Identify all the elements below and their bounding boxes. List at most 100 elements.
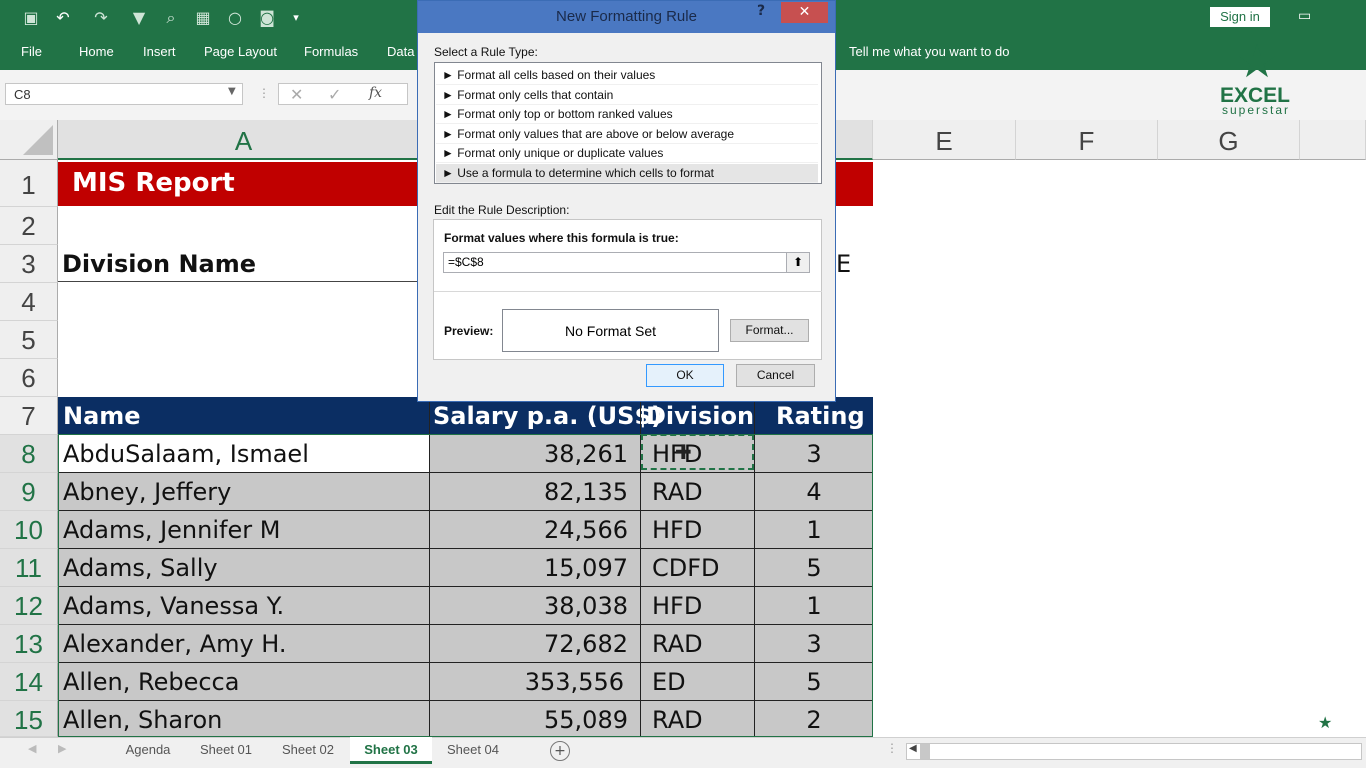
sheet-tab-sheet04[interactable]: Sheet 04 [434, 737, 512, 763]
cell-name[interactable]: Adams, Jennifer M [63, 516, 280, 544]
cell-salary[interactable]: 353,556 [430, 668, 624, 696]
cancel-button[interactable]: Cancel [736, 364, 815, 387]
undo-icon[interactable]: ↶ [52, 7, 74, 29]
ribbon-display-options-icon[interactable]: ▭ [1298, 8, 1311, 24]
tab-split-grip-icon[interactable]: ⋮ [886, 741, 898, 755]
rule-type-item[interactable]: ► Format only top or bottom ranked value… [436, 105, 818, 124]
redo-icon[interactable]: ↷ [90, 7, 112, 29]
name-box-dropdown-icon[interactable]: ▼ [228, 86, 236, 97]
row-header-3[interactable]: 3 [0, 245, 58, 283]
row-header-15[interactable]: 15 [0, 701, 58, 737]
row-header-2[interactable]: 2 [0, 207, 58, 245]
close-icon[interactable]: ✕ [781, 2, 828, 23]
rule-type-item[interactable]: ► Format only cells that contain [436, 86, 818, 105]
cell-salary[interactable]: 38,261 [430, 440, 628, 468]
sheet-tab-sheet01[interactable]: Sheet 01 [188, 737, 264, 763]
row-header-10[interactable]: 10 [0, 511, 58, 549]
sheet-tab-agenda[interactable]: Agenda [110, 737, 186, 763]
scroll-tabs-left-icon[interactable]: ◀ [28, 742, 36, 755]
cell-name[interactable]: Adams, Vanessa Y. [63, 592, 284, 620]
scrollbar-thumb[interactable] [920, 744, 930, 759]
sign-in-button[interactable]: Sign in [1210, 7, 1270, 27]
save-icon[interactable]: ▣ [20, 7, 42, 29]
cancel-formula-icon[interactable]: ✕ [290, 85, 303, 104]
scroll-tabs-right-icon[interactable]: ▶ [58, 742, 66, 755]
cell-rating[interactable]: 5 [755, 668, 873, 696]
cell-division[interactable]: RAD [652, 630, 703, 658]
format-button[interactable]: Format... [730, 319, 809, 342]
tab-formulas[interactable]: Formulas [304, 44, 358, 59]
cell-division[interactable]: ED [652, 668, 686, 696]
collapse-dialog-icon[interactable]: ⬆ [786, 253, 809, 272]
header-salary[interactable]: Salary p.a. (US$) [433, 402, 662, 430]
select-all-corner[interactable] [0, 120, 58, 160]
cell-rating[interactable]: 1 [755, 592, 873, 620]
cell-division[interactable]: CDFD [652, 554, 720, 582]
cell-division[interactable]: RAD [652, 478, 703, 506]
cell-name[interactable]: AbduSalaam, Ismael [63, 440, 309, 468]
row-header-14[interactable]: 14 [0, 663, 58, 701]
cell-name[interactable]: Allen, Sharon [63, 706, 222, 734]
shape-icon[interactable]: ○ [224, 7, 246, 29]
row-header-1[interactable]: 1 [0, 160, 58, 207]
row-header-11[interactable]: 11 [0, 549, 58, 587]
rule-type-item[interactable]: ► Format only unique or duplicate values [436, 144, 818, 163]
sheet-tab-sheet03[interactable]: Sheet 03 [350, 737, 432, 764]
cell-salary[interactable]: 82,135 [430, 478, 628, 506]
rule-type-item[interactable]: ► Format only values that are above or b… [436, 125, 818, 144]
horizontal-scrollbar[interactable] [906, 743, 1362, 760]
tab-file[interactable]: File [21, 44, 42, 59]
division-name-label[interactable]: Division Name [62, 250, 256, 278]
row-header-4[interactable]: 4 [0, 283, 58, 321]
formula-input[interactable]: =$C$8 [443, 252, 810, 273]
cell-rating[interactable]: 3 [755, 440, 873, 468]
help-icon[interactable]: ? [757, 3, 765, 19]
tab-data[interactable]: Data [387, 44, 414, 59]
cell-name[interactable]: Alexander, Amy H. [63, 630, 287, 658]
column-header-g[interactable]: G [1158, 120, 1300, 160]
filter-icon[interactable]: ▼ [128, 7, 150, 29]
ok-button[interactable]: OK [646, 364, 724, 387]
rule-type-item[interactable]: ► Format all cells based on their values [436, 66, 818, 85]
row-header-6[interactable]: 6 [0, 359, 58, 397]
cell-rating[interactable]: 5 [755, 554, 873, 582]
column-header-f[interactable]: F [1016, 120, 1158, 160]
name-box[interactable]: C8 [5, 83, 243, 105]
division-value-partial[interactable]: E [836, 250, 851, 278]
cell-salary[interactable]: 15,097 [430, 554, 628, 582]
cell-division[interactable]: HFD [652, 516, 702, 544]
column-header-h[interactable] [1300, 120, 1366, 160]
column-header-e[interactable]: E [873, 120, 1016, 160]
enter-formula-icon[interactable]: ✓ [328, 85, 341, 104]
cell-salary[interactable]: 24,566 [430, 516, 628, 544]
scroll-left-icon[interactable]: ◀ [909, 743, 917, 754]
insert-function-icon[interactable]: fx [369, 85, 382, 101]
row-header-12[interactable]: 12 [0, 587, 58, 625]
tab-insert[interactable]: Insert [143, 44, 176, 59]
header-name[interactable]: Name [63, 402, 141, 430]
row-header-9[interactable]: 9 [0, 473, 58, 511]
rule-type-item-selected[interactable]: ► Use a formula to determine which cells… [436, 164, 818, 183]
cell-name[interactable]: Abney, Jeffery [63, 478, 231, 506]
report-title[interactable]: MIS Report [72, 168, 235, 198]
cell-name[interactable]: Adams, Sally [63, 554, 218, 582]
customize-qat-icon[interactable]: ▾ [285, 7, 307, 29]
row-header-5[interactable]: 5 [0, 321, 58, 359]
tell-me-search[interactable]: Tell me what you want to do [849, 44, 1009, 59]
cell-salary[interactable]: 38,038 [430, 592, 628, 620]
cell-division[interactable]: RAD [652, 706, 703, 734]
header-rating[interactable]: Rating [776, 402, 865, 430]
camera-icon[interactable]: ◙ [256, 7, 278, 29]
cell-name[interactable]: Allen, Rebecca [63, 668, 239, 696]
row-header-8[interactable]: 8 [0, 435, 58, 473]
tab-page-layout[interactable]: Page Layout [204, 44, 277, 59]
cell-salary[interactable]: 55,089 [430, 706, 628, 734]
cell-rating[interactable]: 2 [755, 706, 873, 734]
sheet-tab-sheet02[interactable]: Sheet 02 [270, 737, 346, 763]
row-header-7[interactable]: 7 [0, 397, 58, 435]
cell-division[interactable]: HFD [652, 592, 702, 620]
tab-home[interactable]: Home [79, 44, 114, 59]
zoom-icon[interactable]: ⌕ [160, 7, 182, 29]
cell-rating[interactable]: 1 [755, 516, 873, 544]
form-icon[interactable]: ▦ [192, 7, 214, 29]
